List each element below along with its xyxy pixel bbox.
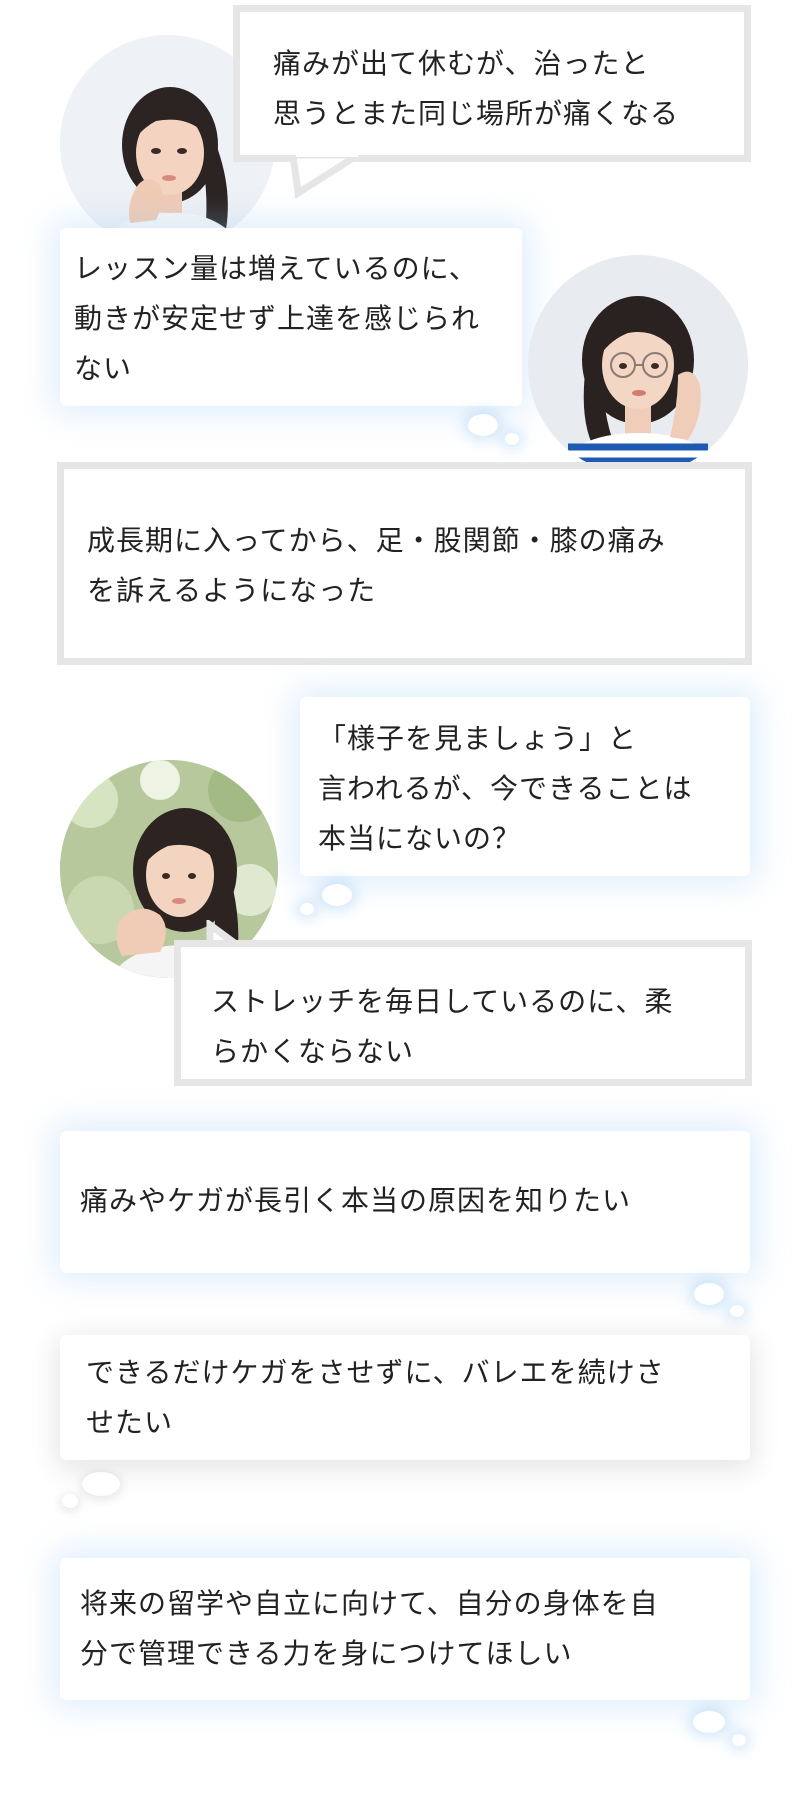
wish-bubble-3: 将来の留学や自立に向けて、自分の身体を自 分で管理できる力を身につけてほしい <box>60 1558 750 1700</box>
concern-bubble-2: レッスン量は増えているのに、 動きが安定せず上達を感じられ ない <box>60 228 522 406</box>
thought-dot <box>468 414 498 436</box>
concern-bubble-3: 成長期に入ってから、足・股関節・膝の痛み を訴えるようになった <box>57 462 752 665</box>
thought-dot <box>300 903 314 915</box>
concern-text-2: レッスン量は増えているのに、 動きが安定せず上達を感じられ ない <box>74 252 481 385</box>
concern-text-1: 痛みが出て休むが、治ったと 思うとまた同じ場所が痛くなる <box>273 47 680 130</box>
thought-dot <box>732 1734 746 1746</box>
wish-text-2: できるだけケガをさせずに、バレエを続けさ せたい <box>86 1356 665 1439</box>
concern-bubble-1: 痛みが出て休むが、治ったと 思うとまた同じ場所が痛くなる <box>233 5 751 162</box>
concern-text-3: 成長期に入ってから、足・股関節・膝の痛み を訴えるようになった <box>87 524 666 607</box>
wish-bubble-1: 痛みやケガが長引く本当の原因を知りたい <box>60 1131 750 1273</box>
concern-bubble-5: ストレッチを毎日しているのに、柔 らかくならない <box>174 940 752 1086</box>
concern-text-5: ストレッチを毎日しているのに、柔 らかくならない <box>211 985 674 1068</box>
concern-bubble-4: 「様子を見ましょう」と 言われるが、今できることは 本当にないの？ <box>300 697 750 876</box>
avatar-glasses-woman <box>528 255 748 475</box>
wish-text-3: 将来の留学や自立に向けて、自分の身体を自 分で管理できる力を身につけてほしい <box>80 1587 659 1670</box>
thought-dot <box>693 1711 725 1733</box>
concern-text-4: 「様子を見ましょう」と 言われるが、今できることは 本当にないの？ <box>318 722 693 855</box>
thought-dot <box>322 884 352 906</box>
speech-tail-1 <box>289 155 365 199</box>
wish-text-1: 痛みやケガが長引く本当の原因を知りたい <box>80 1184 632 1217</box>
thought-dot <box>82 1472 120 1496</box>
thought-dot <box>505 433 519 445</box>
wish-bubble-2: できるだけケガをさせずに、バレエを続けさ せたい <box>60 1335 750 1460</box>
thought-dot <box>730 1305 744 1317</box>
thought-dot <box>694 1283 724 1305</box>
thought-dot <box>62 1494 78 1508</box>
glasses-woman-illustration <box>528 255 748 475</box>
